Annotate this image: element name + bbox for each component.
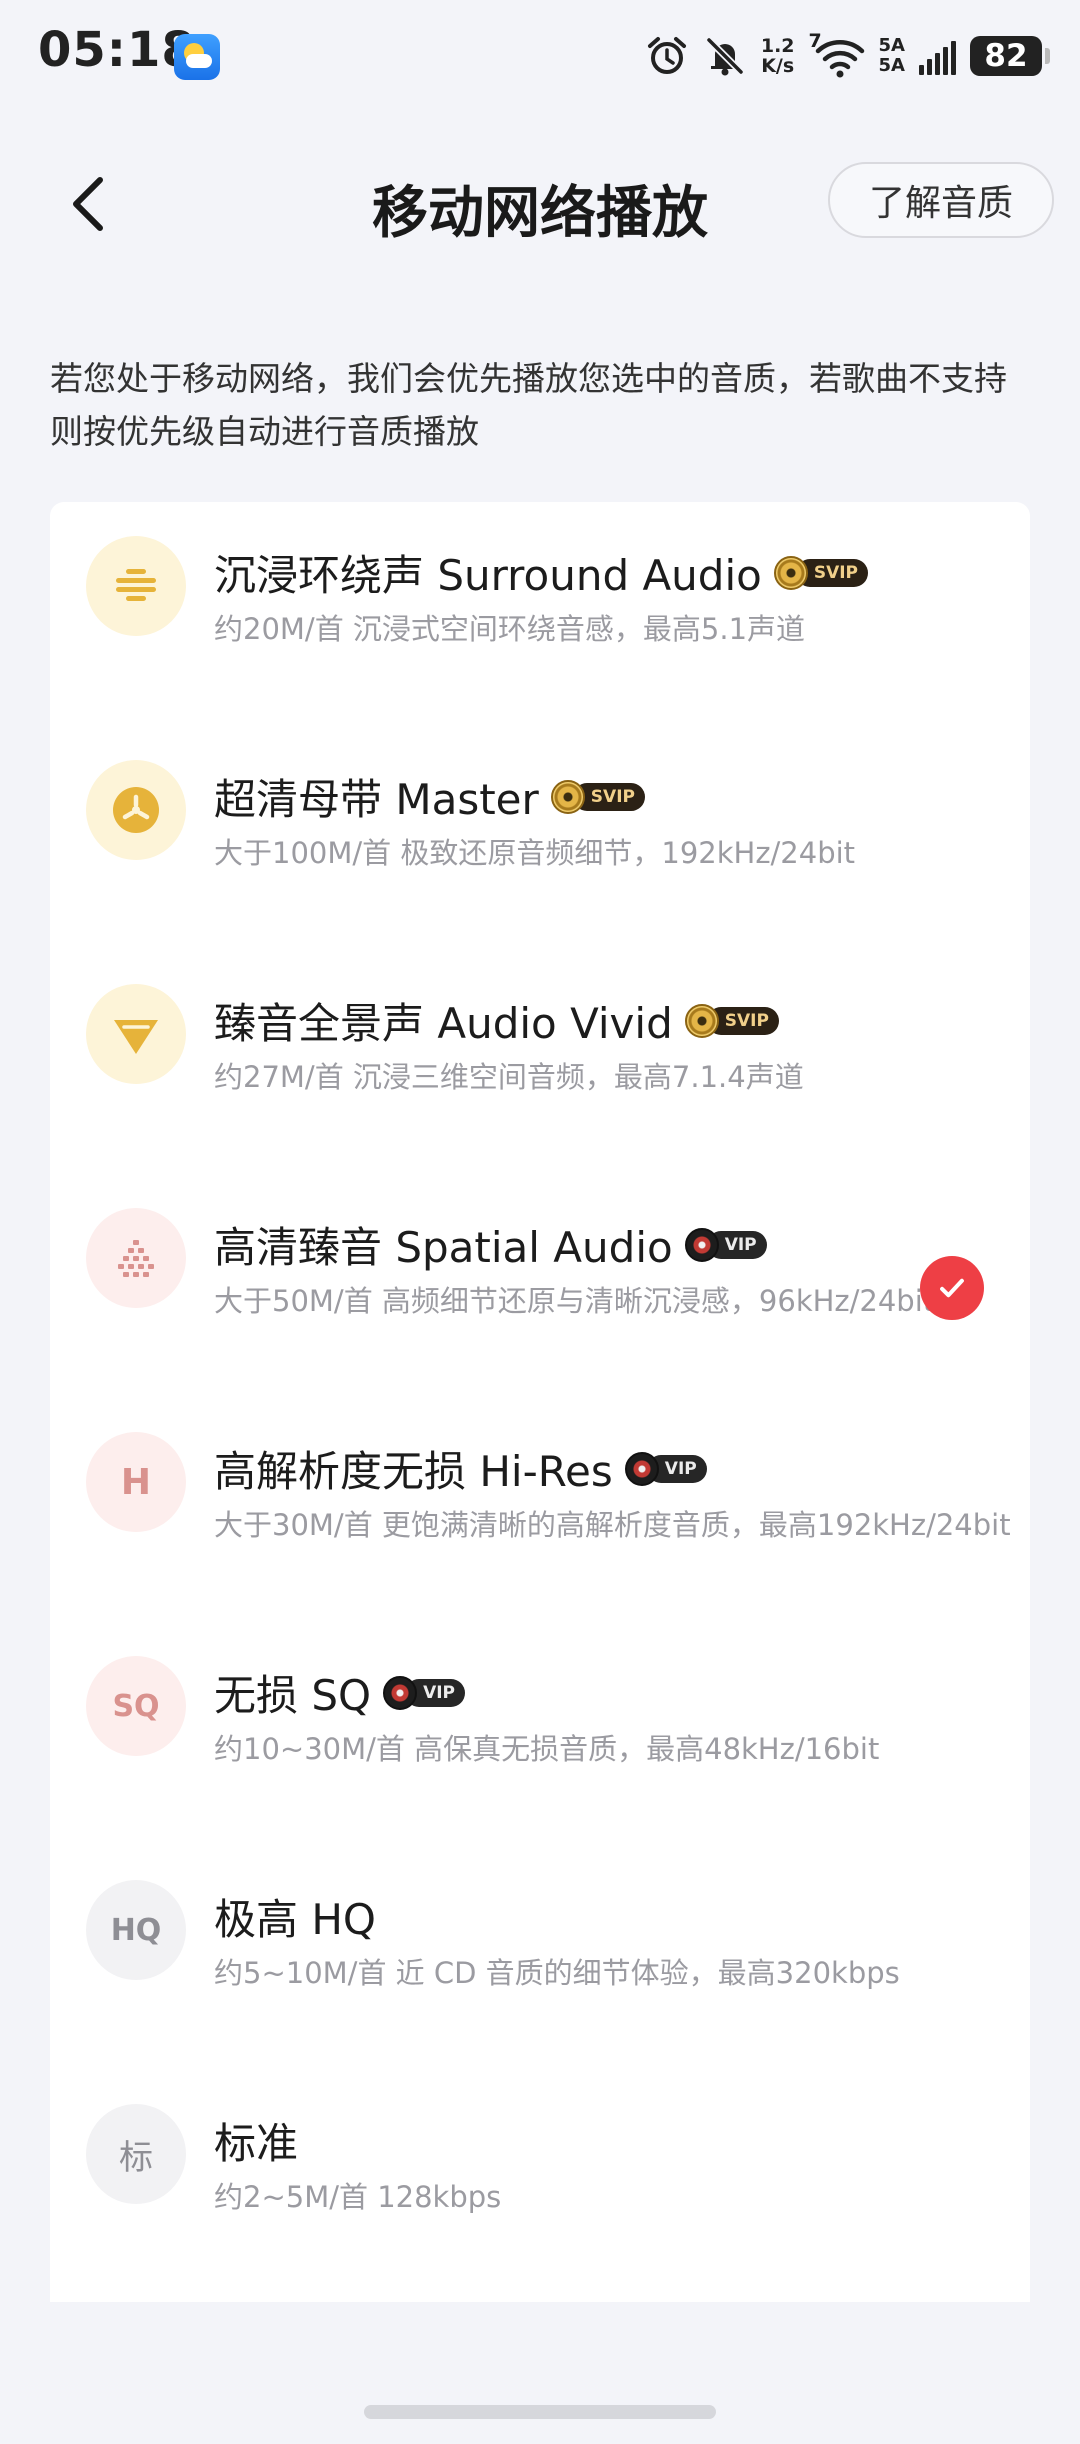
selected-check-icon[interactable] xyxy=(920,1256,984,1320)
status-time: 05:18 xyxy=(38,22,196,78)
option-title: 标准 xyxy=(214,2119,299,2168)
network-speed: 1.2 K/s xyxy=(761,36,795,76)
master-disc-icon xyxy=(86,760,186,860)
disc-icon xyxy=(684,1227,719,1262)
vivid-triangle-icon xyxy=(86,984,186,1084)
option-standard[interactable]: 标 标准 约2~5M/首 128kbps xyxy=(50,2070,1030,2230)
option-title: 无损 SQ xyxy=(214,1671,372,1720)
svip-badge: SVIP xyxy=(773,555,869,590)
option-audio-vivid[interactable]: 臻音全景声 Audio Vivid SVIP 约27M/首 沉浸三维空间音频，最… xyxy=(50,950,1030,1110)
option-sq[interactable]: SQ 无损 SQ VIP 约10~30M/首 高保真无损音质，最高48kHz/1… xyxy=(50,1622,1030,1782)
vip-badge: VIP xyxy=(624,1451,707,1486)
option-description: 约5~10M/首 近 CD 音质的细节体验，最高320kbps xyxy=(214,1956,900,1990)
description-text: 若您处于移动网络，我们会优先播放您选中的音质，若歌曲不支持则按优先级自动进行音质… xyxy=(50,359,1007,451)
svip-badge: SVIP xyxy=(550,779,645,814)
vip-badge: VIP xyxy=(383,1675,466,1710)
spatial-dots-icon xyxy=(86,1208,186,1308)
battery-icon: 82 xyxy=(970,36,1050,76)
network-speed-unit: K/s xyxy=(761,55,795,77)
network-speed-value: 1.2 xyxy=(760,35,795,57)
wifi-indicator: 7 xyxy=(809,30,865,78)
hq-icon: HQ xyxy=(86,1880,186,1980)
option-hi-res[interactable]: H 高解析度无损 Hi-Res VIP 大于30M/首 更饱满清晰的高解析度音质… xyxy=(50,1398,1030,1558)
option-description: 约27M/首 沉浸三维空间音频，最高7.1.4声道 xyxy=(214,1060,804,1094)
signal-icon xyxy=(919,37,956,75)
option-description: 约10~30M/首 高保真无损音质，最高48kHz/16bit xyxy=(214,1732,880,1766)
option-description: 约20M/首 沉浸式空间环绕音感，最高5.1声道 xyxy=(214,612,806,646)
option-title: 高解析度无损 Hi-Res xyxy=(214,1447,613,1496)
disc-icon xyxy=(684,1003,719,1038)
disc-icon xyxy=(550,779,585,814)
disc-icon xyxy=(624,1451,659,1486)
option-surround[interactable]: 沉浸环绕声 Surround Audio SVIP 约20M/首 沉浸式空间环绕… xyxy=(50,502,1030,662)
sim1-label: 5A xyxy=(878,35,905,56)
wifi-icon xyxy=(815,40,864,78)
quality-options-card: 沉浸环绕声 Surround Audio SVIP 约20M/首 沉浸式空间环绕… xyxy=(50,502,1030,2302)
option-spatial-audio[interactable]: 高清臻音 Spatial Audio VIP 大于50M/首 高频细节还原与清晰… xyxy=(50,1174,1030,1334)
option-hq[interactable]: HQ 极高 HQ 约5~10M/首 近 CD 音质的细节体验，最高320kbps xyxy=(50,1846,1030,2006)
hires-icon: H xyxy=(86,1432,186,1532)
alarm-icon xyxy=(647,37,686,74)
battery-level: 82 xyxy=(970,36,1042,76)
status-icons: 1.2 K/s 7 5A 5A 82 xyxy=(645,28,1050,84)
option-description: 大于100M/首 极致还原音频细节，192kHz/24bit xyxy=(214,836,856,870)
sim-labels: 5A 5A xyxy=(879,36,905,76)
option-title: 臻音全景声 Audio Vivid xyxy=(214,999,673,1048)
option-master[interactable]: 超清母带 Master SVIP 大于100M/首 极致还原音频细节，192kH… xyxy=(50,726,1030,886)
standard-icon: 标 xyxy=(86,2104,186,2204)
home-indicator[interactable] xyxy=(364,2405,716,2419)
sim2-label: 5A xyxy=(878,55,905,76)
vip-badge: VIP xyxy=(684,1227,767,1262)
option-description: 大于30M/首 更饱满清晰的高解析度音质，最高192kHz/24bit xyxy=(214,1508,1011,1542)
option-description: 约2~5M/首 128kbps xyxy=(214,2180,502,2214)
svip-badge: SVIP xyxy=(684,1003,779,1038)
weather-icon xyxy=(174,34,220,80)
option-title: 极高 HQ xyxy=(214,1895,376,1944)
status-bar: 05:18 1.2 K/s 7 5A 5A 82 xyxy=(0,0,1080,110)
option-description: 大于50M/首 高频细节还原与清晰沉浸感，96kHz/24bit xyxy=(214,1284,935,1318)
option-title: 高清臻音 Spatial Audio xyxy=(214,1223,673,1272)
disc-icon xyxy=(773,555,808,590)
disc-icon xyxy=(383,1675,418,1710)
option-title: 超清母带 Master xyxy=(214,775,539,824)
mute-bell-icon xyxy=(706,37,744,76)
surround-icon xyxy=(86,536,186,636)
learn-quality-button[interactable]: 了解音质 xyxy=(828,162,1054,238)
option-title: 沉浸环绕声 Surround Audio xyxy=(214,551,762,600)
sq-icon: SQ xyxy=(86,1656,186,1756)
header: 移动网络播放 了解音质 xyxy=(0,150,1080,260)
